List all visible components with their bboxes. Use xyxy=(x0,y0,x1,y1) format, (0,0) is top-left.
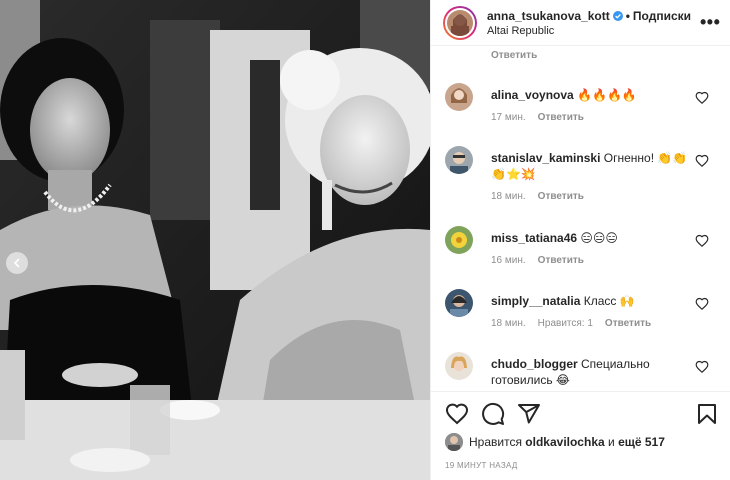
liker-avatar[interactable] xyxy=(445,433,463,451)
comment-item: chudo_blogger Специально готовились 😂 xyxy=(431,352,730,387)
post-location[interactable]: Altai Republic xyxy=(487,25,700,37)
post-header: anna_tsukanova_kott • Подписки Altai Rep… xyxy=(431,0,730,46)
verified-badge-icon xyxy=(612,10,623,21)
post-photo[interactable] xyxy=(0,0,430,480)
post-timestamp[interactable]: 19 МИНУТ НАЗАД xyxy=(445,461,518,470)
comment-meta: 16 мин. Ответить xyxy=(491,255,584,266)
comment-item: stanislav_kaminski Огненно! 👏👏👏⭐💥 18 мин… xyxy=(431,146,730,216)
heart-icon[interactable] xyxy=(445,402,469,426)
author-username[interactable]: anna_tsukanova_kott xyxy=(487,9,610,23)
comment-item: alina_voynova 🔥🔥🔥🔥 17 мин. Ответить xyxy=(431,83,730,143)
comment-avatar[interactable] xyxy=(445,146,473,174)
comment-reply-button[interactable]: Ответить xyxy=(605,318,651,329)
comment-reply-button[interactable]: Ответить xyxy=(538,255,584,266)
comment-username[interactable]: stanislav_kaminski xyxy=(491,151,600,165)
heart-icon[interactable] xyxy=(695,91,709,105)
bookmark-icon[interactable] xyxy=(695,402,719,426)
comment-time[interactable]: 17 мин. xyxy=(491,112,526,123)
more-options-button[interactable]: ••• xyxy=(700,12,720,33)
comment-meta: 18 мин. Нравится: 1 Ответить xyxy=(491,318,651,329)
share-icon[interactable] xyxy=(517,402,541,426)
comment-body: simply__natalia Класс 🙌 xyxy=(491,293,691,309)
comment-body: stanislav_kaminski Огненно! 👏👏👏⭐💥 xyxy=(491,150,691,182)
likes-count[interactable]: ещё 517 xyxy=(618,435,665,449)
prev-comment-reply-button[interactable]: Ответить xyxy=(491,50,537,61)
comment-body: miss_tatiana46 😑😑😑 xyxy=(491,230,691,246)
comment-time[interactable]: 16 мин. xyxy=(491,255,526,266)
comment-icon[interactable] xyxy=(481,402,505,426)
comment-avatar[interactable] xyxy=(445,83,473,111)
comment-text: Класс 🙌 xyxy=(583,294,635,308)
comment-username[interactable]: chudo_blogger xyxy=(491,357,578,371)
post-photo-image xyxy=(0,0,430,480)
comment-item: simply__natalia Класс 🙌 18 мин. Нравится… xyxy=(431,289,730,349)
comment-avatar[interactable] xyxy=(445,352,473,380)
comment-username[interactable]: miss_tatiana46 xyxy=(491,231,577,245)
header-line: anna_tsukanova_kott • Подписки xyxy=(487,9,700,23)
comment-body: chudo_blogger Специально готовились 😂 xyxy=(491,356,691,387)
heart-icon[interactable] xyxy=(695,154,709,168)
comment-text: 🔥🔥🔥🔥 xyxy=(577,88,637,102)
chevron-left-icon xyxy=(13,258,20,268)
instagram-post: anna_tsukanova_kott • Подписки Altai Rep… xyxy=(0,0,730,480)
comment-avatar[interactable] xyxy=(445,226,473,254)
comments-list[interactable]: Ответить alina_voynova 🔥🔥🔥🔥 17 мин. Отве… xyxy=(431,47,730,387)
comment-item: miss_tatiana46 😑😑😑 16 мин. Ответить xyxy=(431,226,730,286)
heart-icon[interactable] xyxy=(695,360,709,374)
liker-username[interactable]: oldkavilochka xyxy=(525,435,604,449)
post-sidebar: anna_tsukanova_kott • Подписки Altai Rep… xyxy=(430,0,730,480)
header-text: anna_tsukanova_kott • Подписки Altai Rep… xyxy=(487,9,700,37)
comment-time[interactable]: 18 мин. xyxy=(491,318,526,329)
heart-icon[interactable] xyxy=(695,297,709,311)
author-avatar-image xyxy=(445,7,475,38)
follow-button[interactable]: Подписки xyxy=(633,9,691,23)
likes-connector: и xyxy=(608,435,615,449)
likes-prefix: Нравится xyxy=(469,435,522,449)
heart-icon[interactable] xyxy=(695,234,709,248)
carousel-prev-button[interactable] xyxy=(6,252,28,274)
comment-avatar[interactable] xyxy=(445,289,473,317)
comment-time[interactable]: 18 мин. xyxy=(491,191,526,202)
comment-reply-button[interactable]: Ответить xyxy=(538,112,584,123)
comment-likes-count[interactable]: Нравится: 1 xyxy=(538,318,593,329)
post-actions-bar xyxy=(431,391,730,435)
separator-dot: • xyxy=(625,8,630,23)
comment-meta: 17 мин. Ответить xyxy=(491,112,584,123)
likes-summary[interactable]: Нравится oldkavilochka и ещё 517 xyxy=(445,433,665,451)
comment-username[interactable]: simply__natalia xyxy=(491,294,580,308)
comment-text: 😑😑😑 xyxy=(580,231,618,245)
author-avatar[interactable] xyxy=(443,5,477,40)
comment-reply-button[interactable]: Ответить xyxy=(538,191,584,202)
comment-meta: 18 мин. Ответить xyxy=(491,191,584,202)
comment-body: alina_voynova 🔥🔥🔥🔥 xyxy=(491,87,691,103)
comment-username[interactable]: alina_voynova xyxy=(491,88,574,102)
